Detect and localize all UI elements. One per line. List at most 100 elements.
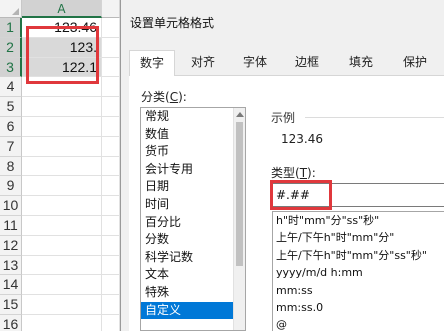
category-item[interactable]: 特殊: [141, 284, 245, 302]
cell-b15[interactable]: [102, 295, 120, 315]
cell-b10[interactable]: [102, 196, 120, 216]
tab-font[interactable]: 字体: [231, 50, 279, 76]
cell-a10[interactable]: [22, 196, 102, 216]
row-header-5[interactable]: 5: [0, 97, 22, 117]
format-code-item[interactable]: mm:ss.0: [273, 299, 444, 316]
row-header-10[interactable]: 10: [0, 196, 22, 216]
sample-label: 示例: [271, 111, 296, 125]
sheet-row: [22, 156, 120, 177]
category-item[interactable]: 会计专用: [141, 161, 245, 179]
cell-a9[interactable]: [22, 176, 102, 197]
tab-alignment[interactable]: 对齐: [179, 50, 227, 76]
format-cells-dialog: 设置单元格格式 数字 对齐 字体 边框 填充 保护 分类(C): 常规 数值 货币会…: [120, 0, 444, 331]
cell-b5[interactable]: [102, 97, 120, 117]
cell-b8[interactable]: [102, 156, 120, 177]
scroll-up-arrow-icon[interactable]: [236, 112, 244, 117]
cell-a5[interactable]: [22, 97, 102, 117]
tab-border[interactable]: 边框: [283, 50, 331, 76]
sheet-row: [22, 275, 120, 296]
cell-a11[interactable]: [22, 215, 102, 236]
cell-a3[interactable]: 122.1: [22, 57, 102, 78]
cell-a6[interactable]: [22, 116, 102, 137]
cell-b16[interactable]: [102, 314, 120, 331]
sheet-row: [22, 77, 120, 98]
sample-value: 123.46: [281, 132, 323, 146]
category-item[interactable]: 常规: [141, 108, 245, 126]
cell-a13[interactable]: [22, 255, 102, 276]
cell-a1[interactable]: 123.46: [22, 18, 102, 38]
row-header-14[interactable]: 14: [0, 275, 22, 296]
sample-divider: [305, 117, 444, 118]
column-header-a[interactable]: A: [22, 0, 102, 18]
cell-b11[interactable]: [102, 215, 120, 236]
row-header-1[interactable]: 1: [0, 18, 22, 38]
select-all-triangle-icon: [12, 8, 19, 15]
category-item[interactable]: 百分比: [141, 214, 245, 232]
cell-a4[interactable]: [22, 77, 102, 98]
format-code-item[interactable]: yyyy/m/d h:mm: [273, 264, 444, 281]
tab-protection[interactable]: 保护: [391, 50, 439, 76]
category-label: 分类(C):: [141, 90, 187, 104]
category-item[interactable]: 文本: [141, 266, 245, 284]
category-list[interactable]: 常规 数值 货币 会计专用 日期 时间 百分比 分数 科学记数 文本 特殊 自定义: [140, 107, 246, 331]
row-header-7[interactable]: 7: [0, 136, 22, 157]
sheet-row: 122.1: [22, 57, 120, 78]
column-header-b[interactable]: [102, 0, 120, 18]
category-item[interactable]: 时间: [141, 196, 245, 214]
select-all-corner[interactable]: [0, 0, 22, 18]
cell-a8[interactable]: [22, 156, 102, 177]
category-item[interactable]: 货币: [141, 143, 245, 161]
format-code-item[interactable]: 上午/下午h"时"mm"分": [273, 229, 444, 246]
tab-fill[interactable]: 填充: [337, 50, 385, 76]
cell-b1[interactable]: [102, 18, 120, 38]
row-header-8[interactable]: 8: [0, 156, 22, 177]
row-header-2[interactable]: 2: [0, 37, 22, 58]
row-header-12[interactable]: 12: [0, 235, 22, 256]
type-input[interactable]: [272, 183, 444, 207]
format-code-item[interactable]: 上午/下午h"时"mm"分"ss"秒": [273, 247, 444, 264]
category-item[interactable]: 日期: [141, 178, 245, 196]
cell-b14[interactable]: [102, 275, 120, 296]
tab-number[interactable]: 数字: [129, 50, 175, 77]
sheet-row: [22, 255, 120, 276]
row-header-15[interactable]: 15: [0, 295, 22, 315]
format-code-item[interactable]: @: [273, 316, 444, 331]
row-header-16[interactable]: 16: [0, 314, 22, 331]
row-header-13[interactable]: 13: [0, 255, 22, 276]
cell-b3[interactable]: [102, 57, 120, 78]
format-code-item[interactable]: mm:ss: [273, 282, 444, 299]
format-code-list[interactable]: h"时"mm"分"ss"秒" 上午/下午h"时"mm"分" 上午/下午h"时"mm"…: [272, 211, 444, 331]
cell-a7[interactable]: [22, 136, 102, 157]
cell-b7[interactable]: [102, 136, 120, 157]
number-tab-panel: 分类(C): 常规 数值 货币 会计专用 日期 时间 百分比 分数 科学记数 文本 特殊 自定义 示例…: [129, 76, 444, 331]
category-item[interactable]: 分数: [141, 231, 245, 249]
cell-a14[interactable]: [22, 275, 102, 296]
cell-grid: 123.46 123. 122.1: [22, 18, 120, 331]
cell-b2[interactable]: [102, 37, 120, 58]
sheet-row: [22, 176, 120, 197]
cell-a12[interactable]: [22, 235, 102, 256]
dialog-title: 设置单元格格式: [130, 16, 215, 30]
sheet-row: [22, 235, 120, 256]
cell-a16[interactable]: [22, 314, 102, 331]
cell-b13[interactable]: [102, 255, 120, 276]
row-header-3[interactable]: 3: [0, 57, 22, 78]
format-code-item[interactable]: h"时"mm"分"ss"秒": [273, 212, 444, 229]
sheet-row: 123.: [22, 37, 120, 58]
scrollbar-thumb[interactable]: [236, 122, 243, 266]
row-header-4[interactable]: 4: [0, 77, 22, 98]
cell-a2[interactable]: 123.: [22, 37, 102, 58]
cell-b9[interactable]: [102, 176, 120, 197]
category-item[interactable]: 自定义: [141, 301, 241, 320]
cell-b4[interactable]: [102, 77, 120, 98]
category-item[interactable]: 科学记数: [141, 249, 245, 267]
column-header-bar: A: [22, 0, 120, 18]
category-scrollbar[interactable]: [233, 108, 245, 330]
row-header-6[interactable]: 6: [0, 116, 22, 137]
row-header-9[interactable]: 9: [0, 176, 22, 197]
cell-a15[interactable]: [22, 295, 102, 315]
cell-b6[interactable]: [102, 116, 120, 137]
row-header-11[interactable]: 11: [0, 215, 22, 236]
category-item[interactable]: 数值: [141, 126, 245, 144]
cell-b12[interactable]: [102, 235, 120, 256]
